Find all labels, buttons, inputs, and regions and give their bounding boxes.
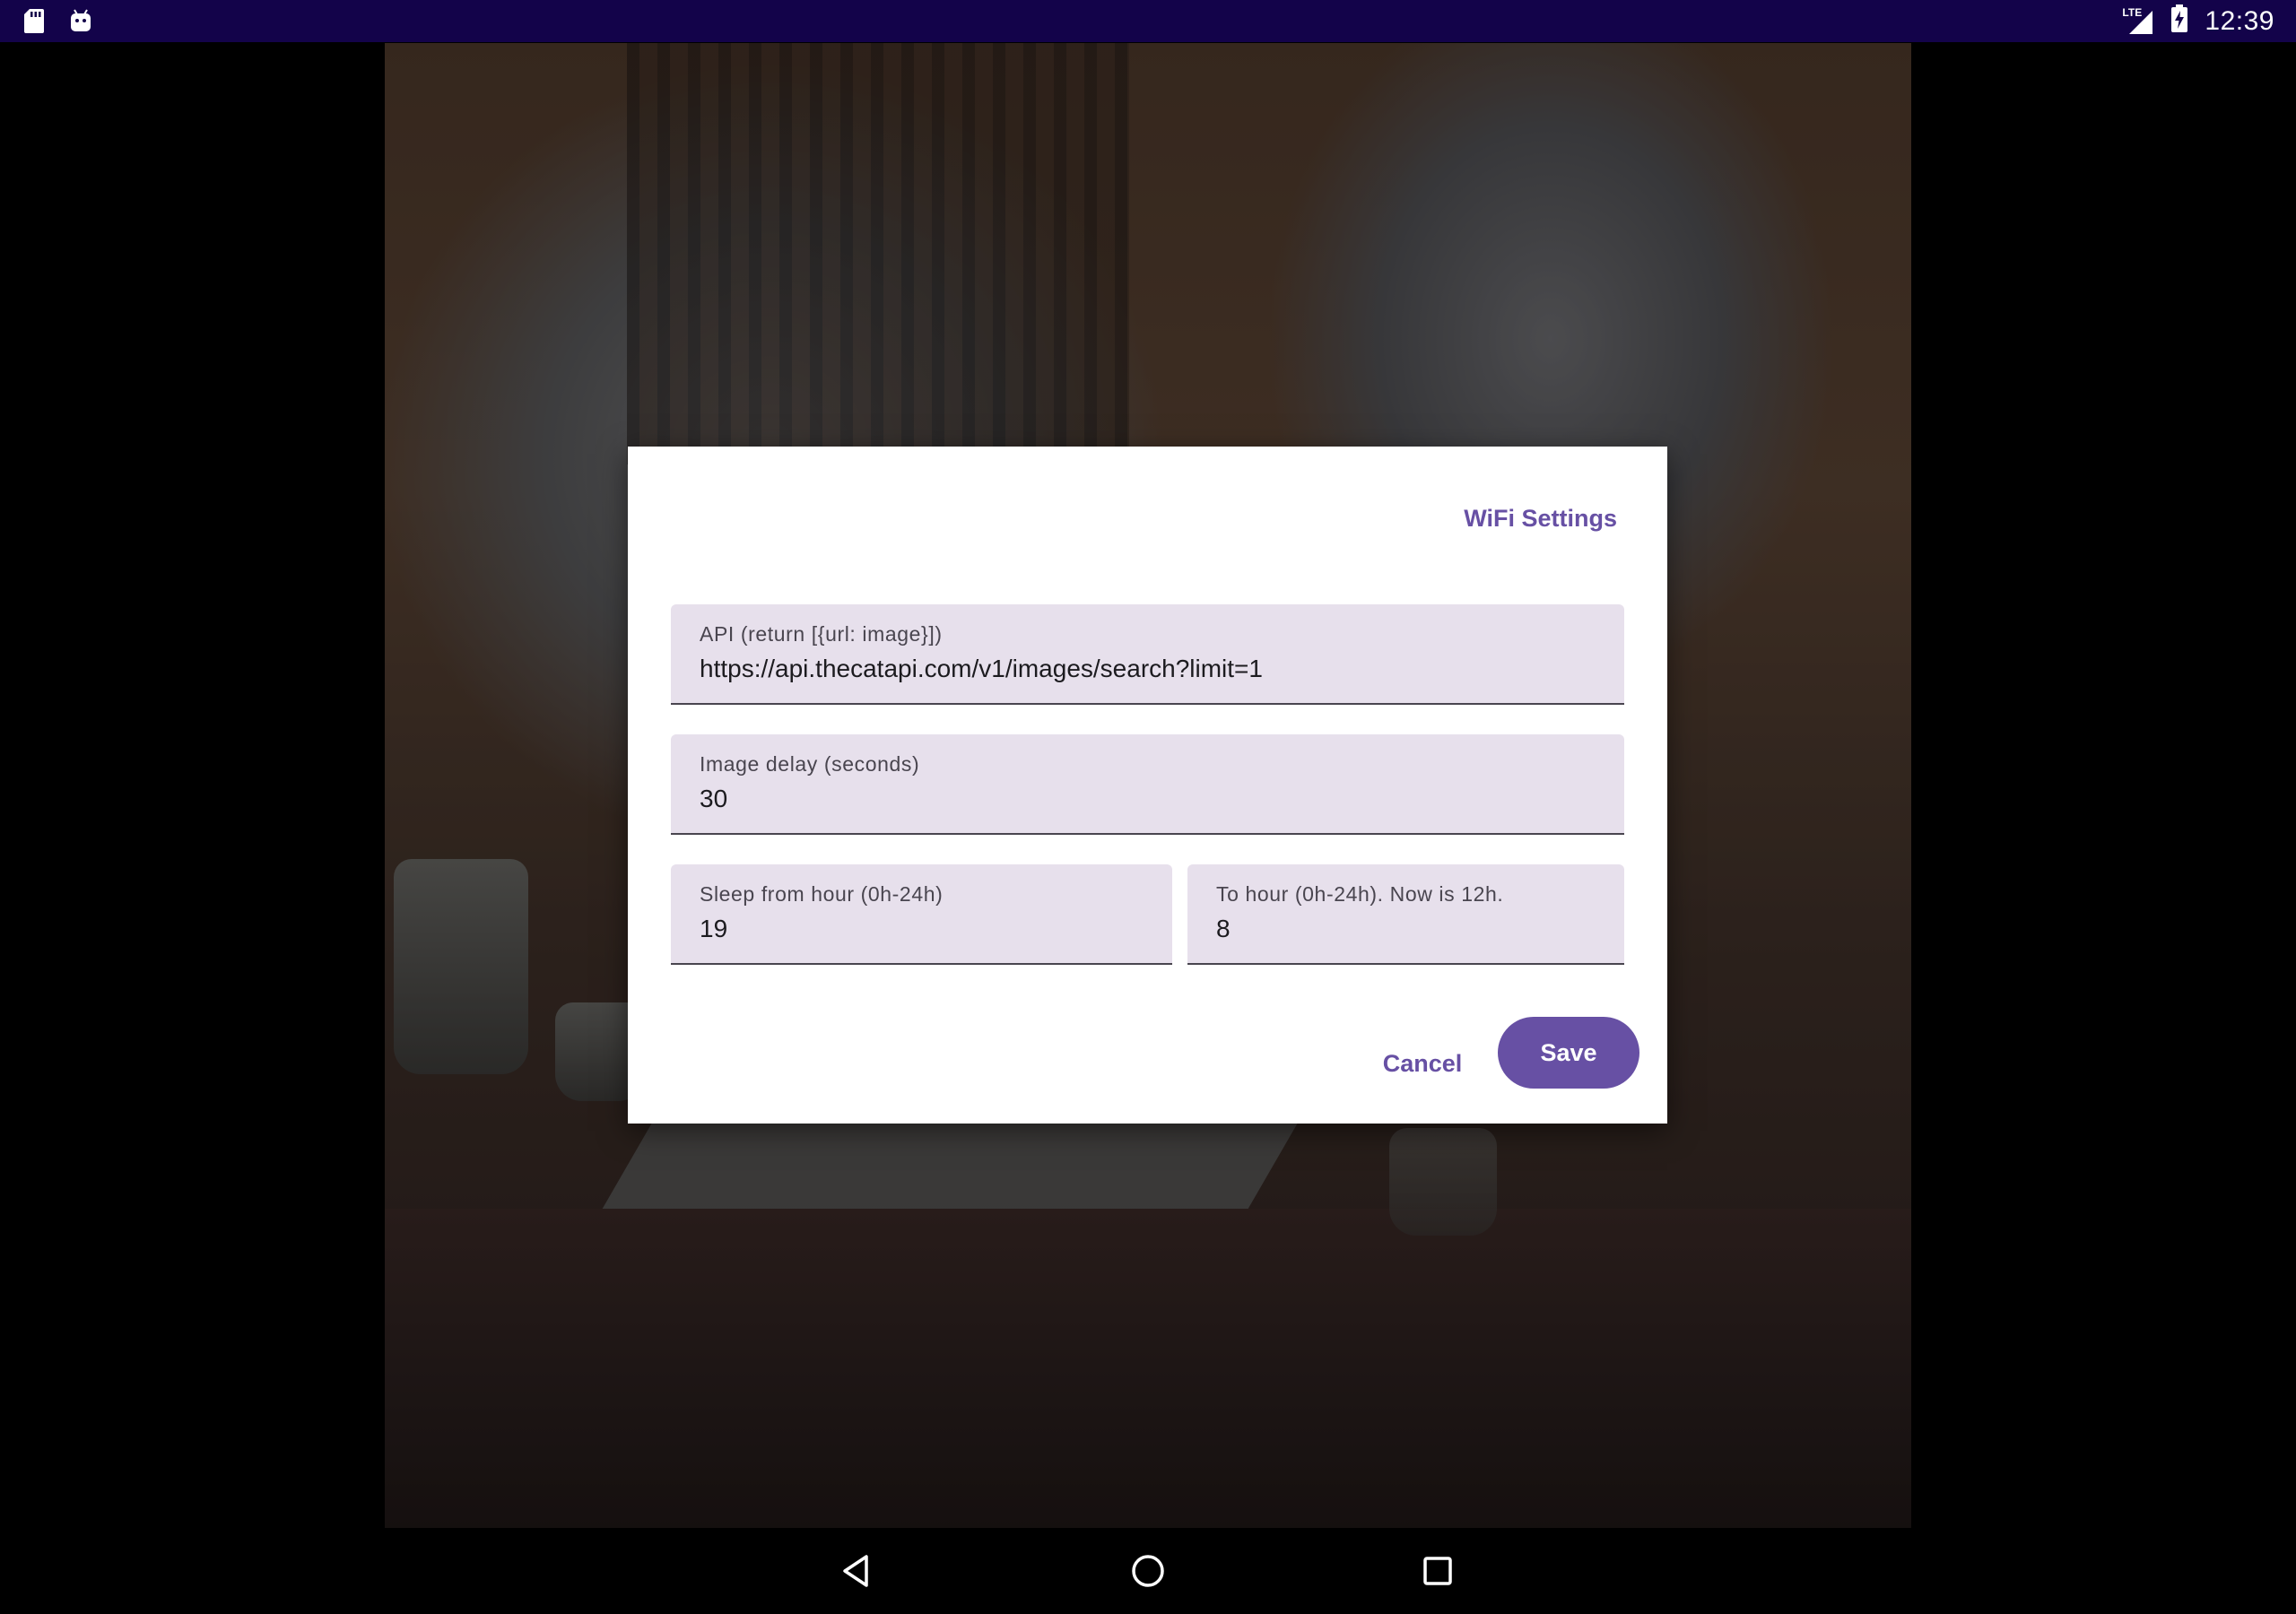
status-bar: LTE 12:39 — [0, 0, 2296, 42]
api-url-input[interactable]: https://api.thecatapi.com/v1/images/sear… — [700, 655, 1263, 683]
cancel-button[interactable]: Cancel — [1360, 1037, 1485, 1090]
recents-icon[interactable] — [1416, 1549, 1459, 1592]
image-delay-input[interactable]: 30 — [700, 785, 727, 813]
wifi-settings-button[interactable]: WiFi Settings — [1464, 500, 1617, 536]
sleep-to-input[interactable]: 8 — [1216, 915, 1231, 943]
status-left-icons — [23, 7, 93, 39]
android-icon — [68, 8, 93, 38]
sleep-from-label: Sleep from hour (0h-24h) — [700, 882, 944, 906]
save-button[interactable]: Save — [1498, 1017, 1639, 1089]
battery-charging-icon — [2170, 4, 2188, 38]
api-url-label: API (return [{url: image}]) — [700, 622, 943, 646]
sleep-to-field[interactable]: To hour (0h-24h). Now is 12h. 8 — [1187, 864, 1624, 965]
sd-card-icon — [23, 7, 45, 39]
image-delay-field[interactable]: Image delay (seconds) 30 — [671, 734, 1624, 835]
sleep-from-field[interactable]: Sleep from hour (0h-24h) 19 — [671, 864, 1172, 965]
home-icon[interactable] — [1126, 1549, 1170, 1592]
lte-signal-icon: LTE — [2122, 7, 2154, 36]
sleep-from-input[interactable]: 19 — [700, 915, 727, 943]
status-right-icons: LTE 12:39 — [2122, 0, 2274, 42]
back-icon[interactable] — [836, 1549, 879, 1592]
settings-dialog: WiFi Settings API (return [{url: image}]… — [628, 447, 1667, 1124]
api-url-field[interactable]: API (return [{url: image}]) https://api.… — [671, 604, 1624, 705]
status-time: 12:39 — [2205, 5, 2274, 36]
sleep-to-label: To hour (0h-24h). Now is 12h. — [1216, 882, 1504, 906]
screen: LTE 12:39 WiFi Settings API (return [{ur… — [0, 0, 2296, 1614]
image-delay-label: Image delay (seconds) — [700, 752, 920, 776]
navigation-bar — [0, 1528, 2296, 1614]
